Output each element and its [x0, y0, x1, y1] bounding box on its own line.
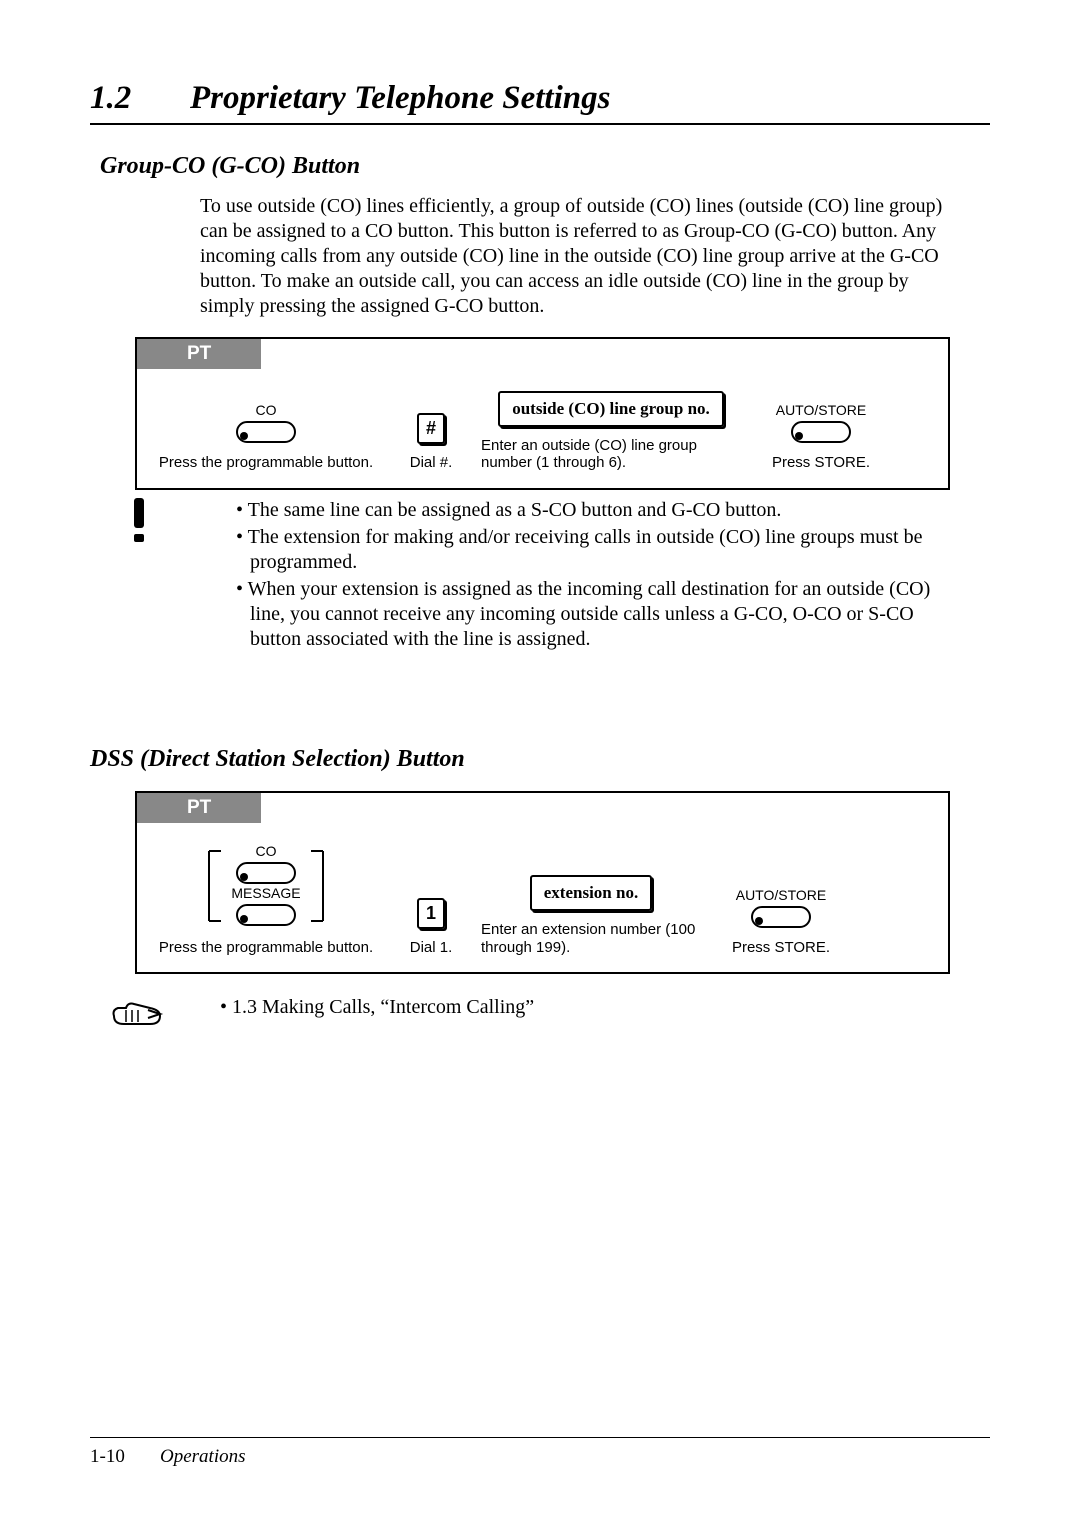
gco-panel-row: CO Press the programmable button. # Dial…	[137, 369, 948, 474]
gco-note-2: The extension for making and/or receivin…	[236, 525, 940, 575]
autostore-label: AUTO/STORE	[776, 402, 867, 418]
store-button-icon	[790, 420, 852, 444]
dss-step-2: 1 Dial 1.	[381, 898, 481, 956]
gco-notes-block: The same line can be assigned as a S-CO …	[90, 490, 990, 694]
gco-step2-caption: Dial #.	[410, 454, 453, 471]
hash-key-icon: #	[417, 413, 445, 444]
gco-heading: Group-CO (G-CO) Button	[100, 153, 990, 180]
panel-tag: PT	[137, 339, 261, 369]
dss-step1-caption: Press the programmable button.	[159, 939, 373, 956]
hand-pointing-icon	[110, 996, 164, 1030]
dss-step2-caption: Dial 1.	[410, 939, 453, 956]
footer-section: Operations	[160, 1446, 246, 1467]
chapter-title-text: Proprietary Telephone Settings	[190, 80, 610, 116]
chapter-heading: 1.2Proprietary Telephone Settings	[90, 80, 990, 125]
dss-step-3: extension no. Enter an extension number …	[481, 875, 701, 956]
chapter-number: 1.2	[90, 80, 190, 117]
autostore-label-dss: AUTO/STORE	[736, 887, 827, 903]
gco-step3-caption: Enter an outside (CO) line group number …	[481, 437, 741, 472]
store-button-icon-dss	[750, 905, 812, 929]
gco-step-4: AUTO/STORE Press STORE.	[741, 402, 901, 471]
reference-text: • 1.3 Making Calls, “Intercom Calling”	[220, 996, 534, 1019]
gco-step-1: CO Press the programmable button.	[151, 402, 381, 471]
dss-co-label: CO	[256, 843, 277, 859]
page: 1.2Proprietary Telephone Settings Group-…	[0, 0, 1080, 1528]
dss-message-label: MESSAGE	[231, 885, 300, 901]
one-key-icon: 1	[417, 898, 445, 929]
exclamation-icon	[126, 496, 156, 544]
programmable-button-icon	[235, 420, 297, 444]
panel-tag-dss: PT	[137, 793, 261, 823]
reference-link: 1.3 Making Calls, “Intercom Calling”	[232, 996, 534, 1018]
page-number: 1-10	[90, 1446, 160, 1468]
dss-heading: DSS (Direct Station Selection) Button	[90, 746, 990, 773]
co-label: CO	[256, 402, 277, 418]
dss-step-4: AUTO/STORE Press STORE.	[701, 887, 861, 956]
gco-note-1: The same line can be assigned as a S-CO …	[236, 498, 940, 523]
group-number-field: outside (CO) line group no.	[498, 391, 724, 427]
extension-number-field: extension no.	[530, 875, 652, 911]
gco-note-3: When your extension is assigned as the i…	[236, 577, 940, 652]
gco-step4-caption: Press STORE.	[772, 454, 870, 471]
caution-icon-cell	[90, 490, 236, 544]
dss-panel-row: CO MESSAGE Press the programmable button…	[137, 823, 948, 958]
gco-panel: PT CO Press the programmable button. # D…	[135, 337, 950, 490]
dss-step-1: CO MESSAGE Press the programmable button…	[151, 845, 381, 956]
gco-step1-caption: Press the programmable button.	[159, 454, 373, 471]
gco-intro: To use outside (CO) lines efficiently, a…	[200, 194, 950, 319]
gco-notes: The same line can be assigned as a S-CO …	[236, 498, 940, 654]
dss-step3-caption: Enter an extension number (100 through 1…	[481, 921, 701, 956]
reference-row: • 1.3 Making Calls, “Intercom Calling”	[90, 996, 990, 1030]
gco-step-2: # Dial #.	[381, 413, 481, 471]
dss-panel: PT CO MESSAGE	[135, 791, 950, 974]
reference-icon-cell	[90, 996, 220, 1030]
page-footer: 1-10Operations	[90, 1437, 990, 1468]
dss-step4-caption: Press STORE.	[732, 939, 830, 956]
gco-step-3: outside (CO) line group no. Enter an out…	[481, 391, 741, 472]
